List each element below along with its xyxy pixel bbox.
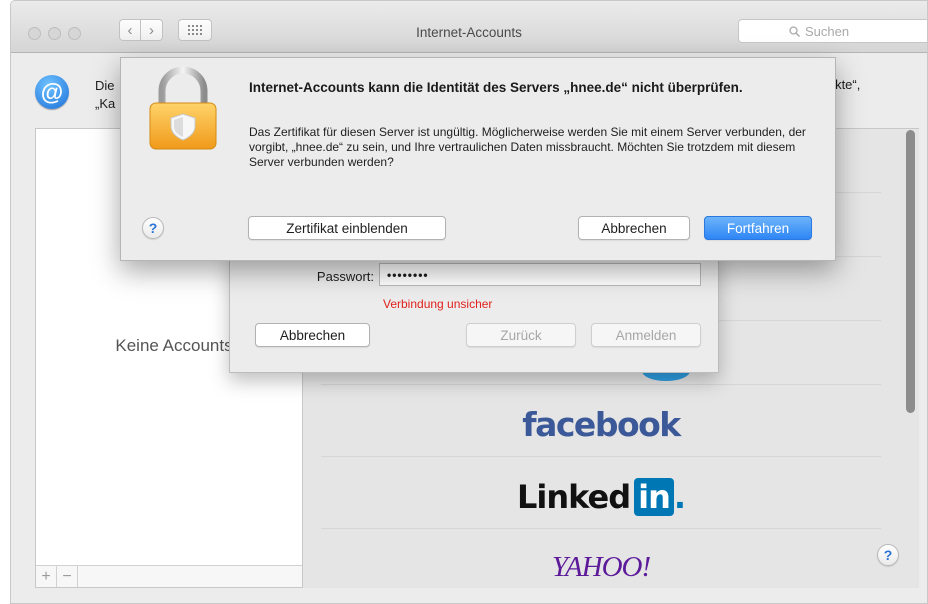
add-account-button[interactable]: + bbox=[36, 566, 57, 587]
password-field[interactable]: •••••••• bbox=[379, 263, 701, 286]
search-field[interactable]: Suchen bbox=[738, 19, 927, 43]
yahoo-logo: YAHOO! bbox=[551, 550, 651, 583]
alert-help-button[interactable]: ? bbox=[142, 217, 164, 239]
remove-account-button[interactable]: − bbox=[57, 566, 78, 587]
list-toolbar: + − bbox=[36, 565, 302, 587]
description-line-2: „Ka bbox=[95, 96, 116, 111]
alert-cancel-button[interactable]: Abbrechen bbox=[578, 216, 690, 240]
linkedin-logo-text: Linked bbox=[516, 477, 631, 516]
password-label: Passwort: bbox=[316, 269, 374, 284]
internet-accounts-at-icon: @ bbox=[35, 75, 69, 109]
login-sheet: Passwort: •••••••• Verbindung unsicher A… bbox=[229, 248, 719, 373]
titlebar: ‹ › Internet-Accounts Suchen bbox=[11, 1, 927, 53]
provider-row-linkedin[interactable]: Linked in . bbox=[321, 465, 881, 529]
pane-description: Die „Ka bbox=[95, 77, 115, 113]
providers-scrollbar[interactable] bbox=[906, 130, 915, 413]
continue-button[interactable]: Fortfahren bbox=[704, 216, 812, 240]
linkedin-logo-box: in bbox=[634, 477, 674, 516]
facebook-logo: facebook bbox=[522, 405, 681, 444]
search-placeholder: Suchen bbox=[805, 23, 850, 39]
alert-message: Das Zertifikat für diesen Server ist ung… bbox=[249, 125, 806, 169]
alert-title: Internet-Accounts kann die Identität des… bbox=[249, 80, 743, 95]
linkedin-logo: Linked in . bbox=[516, 477, 686, 516]
sign-in-button[interactable]: Anmelden bbox=[591, 323, 701, 347]
linkedin-logo-dot: . bbox=[673, 477, 686, 516]
provider-row-yahoo[interactable]: YAHOO! bbox=[321, 535, 881, 599]
login-back-button[interactable]: Zurück bbox=[466, 323, 576, 347]
lock-icon bbox=[149, 67, 217, 150]
show-certificate-button[interactable]: Zertifikat einblenden bbox=[248, 216, 446, 240]
certificate-alert-dialog: Internet-Accounts kann die Identität des… bbox=[120, 57, 836, 261]
search-icon bbox=[789, 25, 800, 37]
login-cancel-button[interactable]: Abbrechen bbox=[255, 323, 370, 347]
description-line-1: Die bbox=[95, 78, 115, 93]
insecure-connection-warning: Verbindung unsicher bbox=[383, 297, 493, 311]
provider-row-facebook[interactable]: facebook bbox=[321, 393, 881, 457]
pane-help-button[interactable]: ? bbox=[877, 544, 899, 566]
